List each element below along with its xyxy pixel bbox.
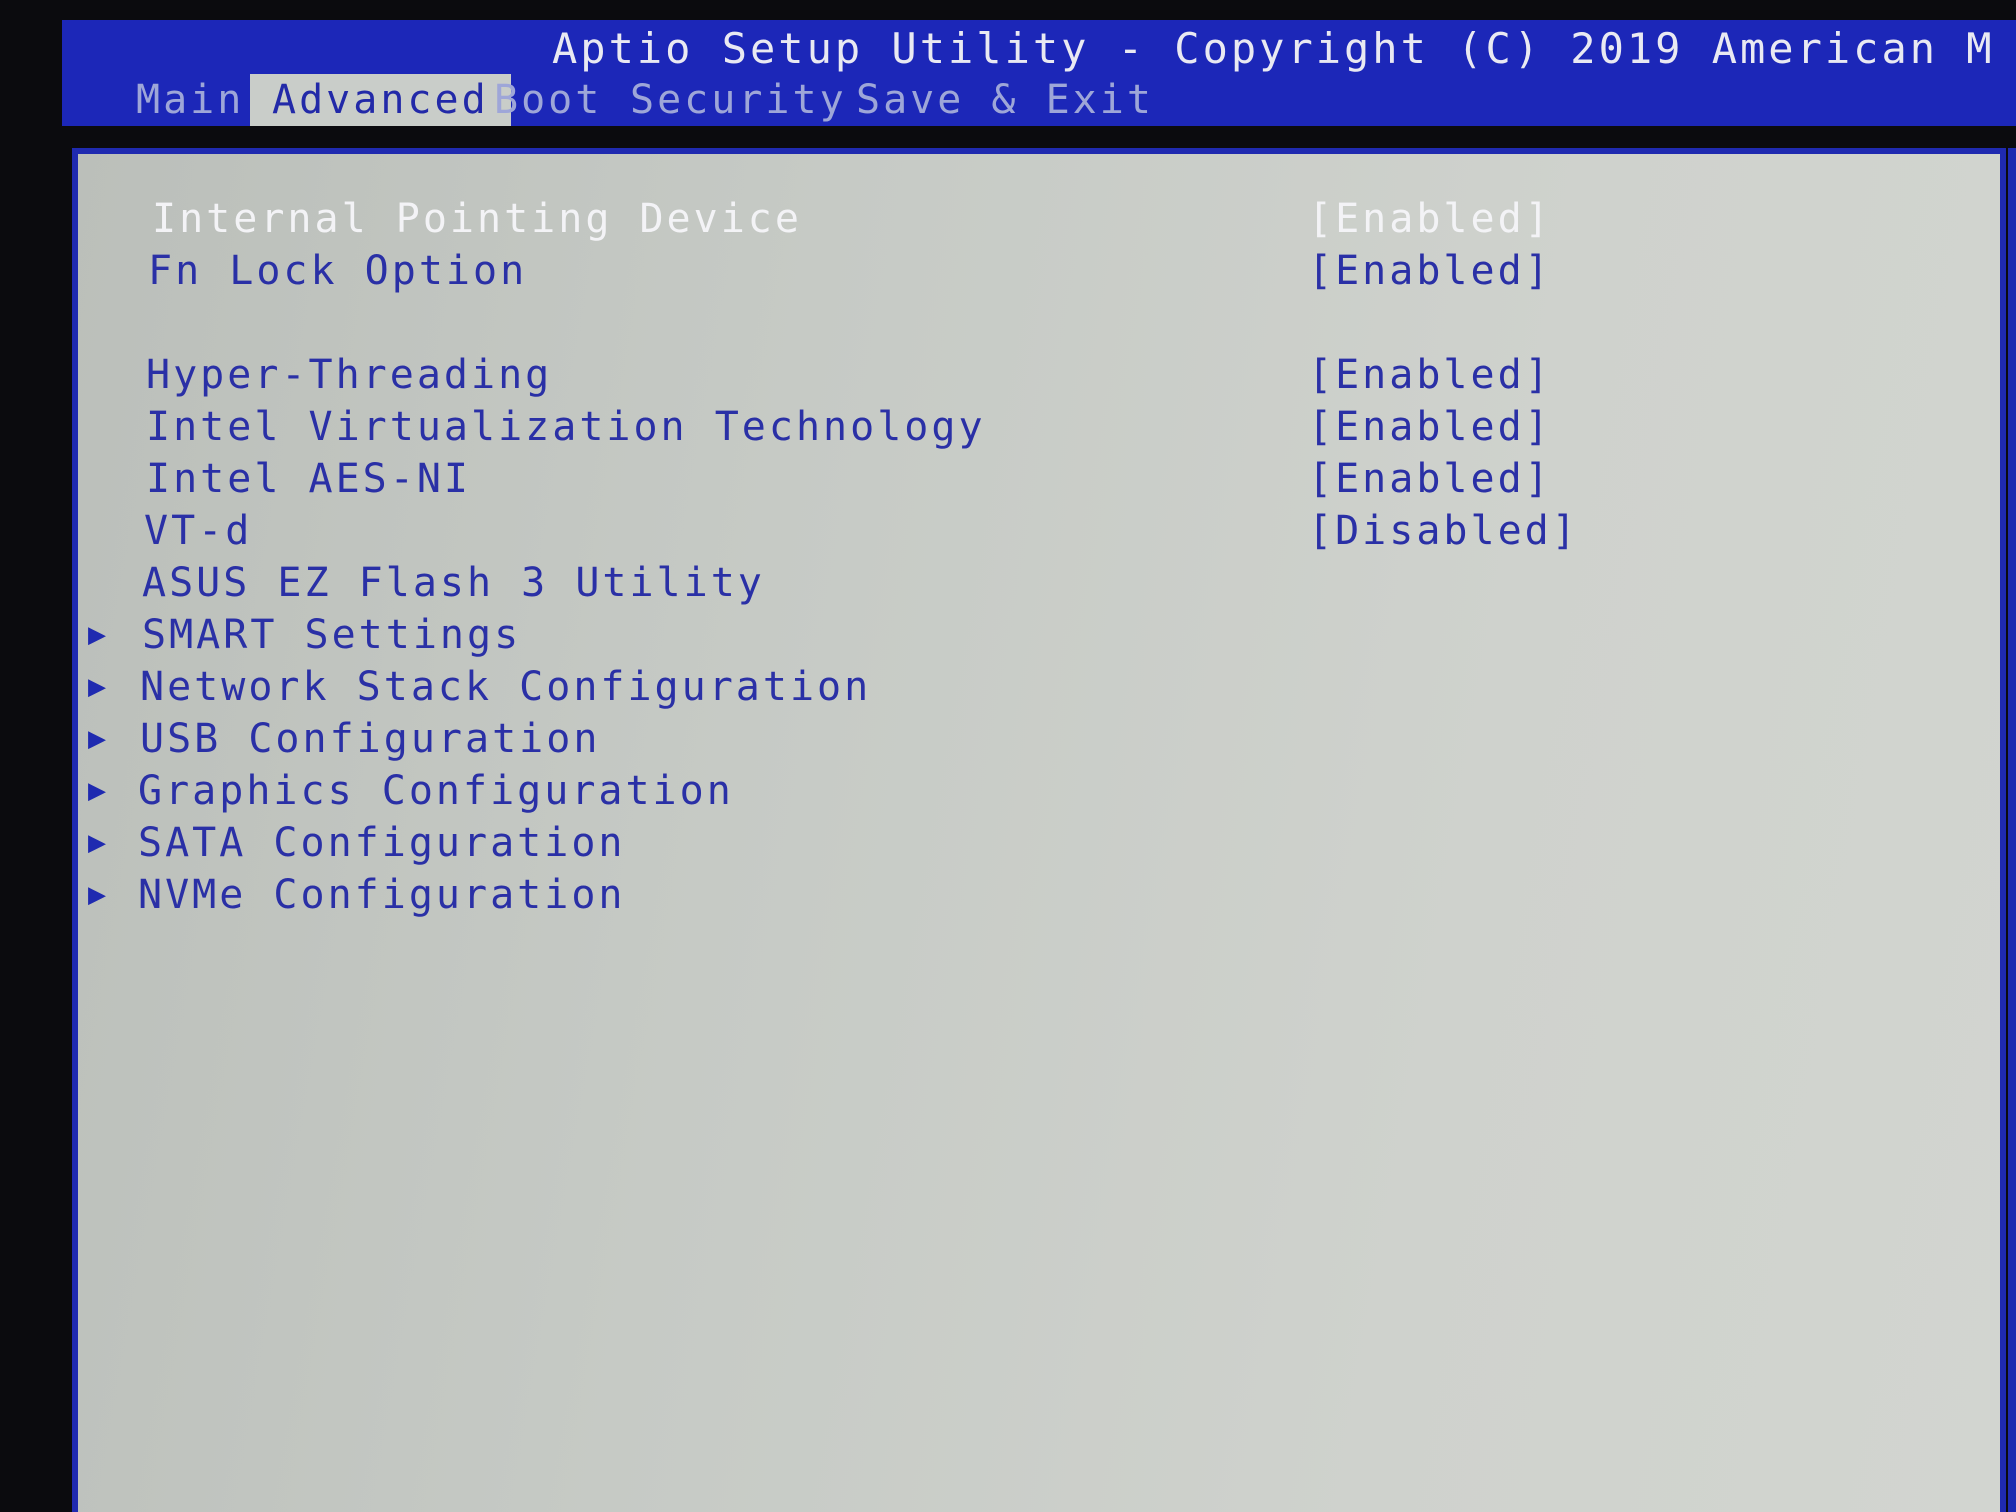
- screen: Aptio Setup Utility - Copyright (C) 2019…: [0, 0, 2016, 1512]
- setting-label: Hyper-Threading: [146, 352, 553, 398]
- setting-intel-aes-ni[interactable]: Intel AES-NI [Enabled]: [146, 454, 1549, 504]
- setting-value[interactable]: [Enabled]: [1308, 454, 1552, 504]
- submenu-graphics-configuration[interactable]: ▶ Graphics Configuration: [88, 766, 1088, 816]
- setting-label: Fn Lock Option: [148, 248, 528, 294]
- submenu-sata-configuration[interactable]: ▶ SATA Configuration: [88, 818, 1088, 868]
- panel-right-border: [2008, 148, 2016, 1512]
- right-triangle-icon: ▶: [88, 721, 110, 756]
- settings-panel: Internal Pointing Device [Enabled] Fn Lo…: [72, 148, 2006, 1512]
- submenu-usb-configuration[interactable]: ▶ USB Configuration: [88, 714, 1088, 764]
- setting-hyper-threading[interactable]: Hyper-Threading [Enabled]: [146, 350, 1549, 400]
- submenu-network-stack-configuration[interactable]: ▶ Network Stack Configuration: [88, 662, 1088, 712]
- tab-save-and-exit[interactable]: Save & Exit: [856, 74, 1154, 126]
- menu-label: ASUS EZ Flash 3 Utility: [142, 560, 765, 606]
- submenu-label: SATA Configuration: [138, 820, 626, 866]
- tab-bar: Main Advanced Boot Security Save & Exit: [62, 74, 2016, 126]
- setting-value[interactable]: [Enabled]: [1308, 246, 1552, 296]
- setting-value[interactable]: [Disabled]: [1308, 506, 1579, 556]
- setting-label: Intel AES-NI: [146, 456, 471, 502]
- menu-asus-ez-flash-3-utility[interactable]: ASUS EZ Flash 3 Utility: [142, 558, 1142, 608]
- setting-value[interactable]: [Enabled]: [1308, 402, 1552, 452]
- right-triangle-icon: ▶: [88, 773, 110, 808]
- setting-fn-lock-option[interactable]: Fn Lock Option [Enabled]: [148, 246, 1549, 296]
- submenu-label: NVMe Configuration: [138, 872, 626, 918]
- setting-label: VT-d: [144, 508, 253, 554]
- submenu-label: USB Configuration: [140, 716, 601, 762]
- setting-value[interactable]: [Enabled]: [1308, 350, 1552, 400]
- tab-security[interactable]: Security: [630, 74, 847, 126]
- submenu-label: SMART Settings: [142, 612, 522, 658]
- right-triangle-icon: ▶: [88, 825, 110, 860]
- right-triangle-icon: ▶: [88, 617, 110, 652]
- submenu-smart-settings[interactable]: ▶ SMART Settings: [88, 610, 1088, 660]
- tab-advanced[interactable]: Advanced: [250, 74, 511, 126]
- tab-main[interactable]: Main: [136, 74, 244, 126]
- right-triangle-icon: ▶: [88, 669, 110, 704]
- setting-internal-pointing-device[interactable]: Internal Pointing Device [Enabled]: [152, 194, 1552, 244]
- right-triangle-icon: ▶: [88, 877, 110, 912]
- submenu-nvme-configuration[interactable]: ▶ NVMe Configuration: [88, 870, 1088, 920]
- utility-title: Aptio Setup Utility - Copyright (C) 2019…: [552, 24, 1995, 73]
- header-bar: Aptio Setup Utility - Copyright (C) 2019…: [62, 20, 2016, 126]
- setting-intel-virtualization-technology[interactable]: Intel Virtualization Technology [Enabled…: [146, 402, 1549, 452]
- bios-setup-utility: Aptio Setup Utility - Copyright (C) 2019…: [62, 20, 2016, 1512]
- submenu-label: Network Stack Configuration: [140, 664, 872, 710]
- setting-vt-d[interactable]: VT-d [Disabled]: [144, 506, 1576, 556]
- setting-label: Internal Pointing Device: [152, 196, 802, 242]
- setting-value[interactable]: [Enabled]: [1308, 194, 1552, 244]
- setting-label: Intel Virtualization Technology: [146, 404, 986, 450]
- tab-boot[interactable]: Boot: [494, 74, 602, 126]
- submenu-label: Graphics Configuration: [138, 768, 734, 814]
